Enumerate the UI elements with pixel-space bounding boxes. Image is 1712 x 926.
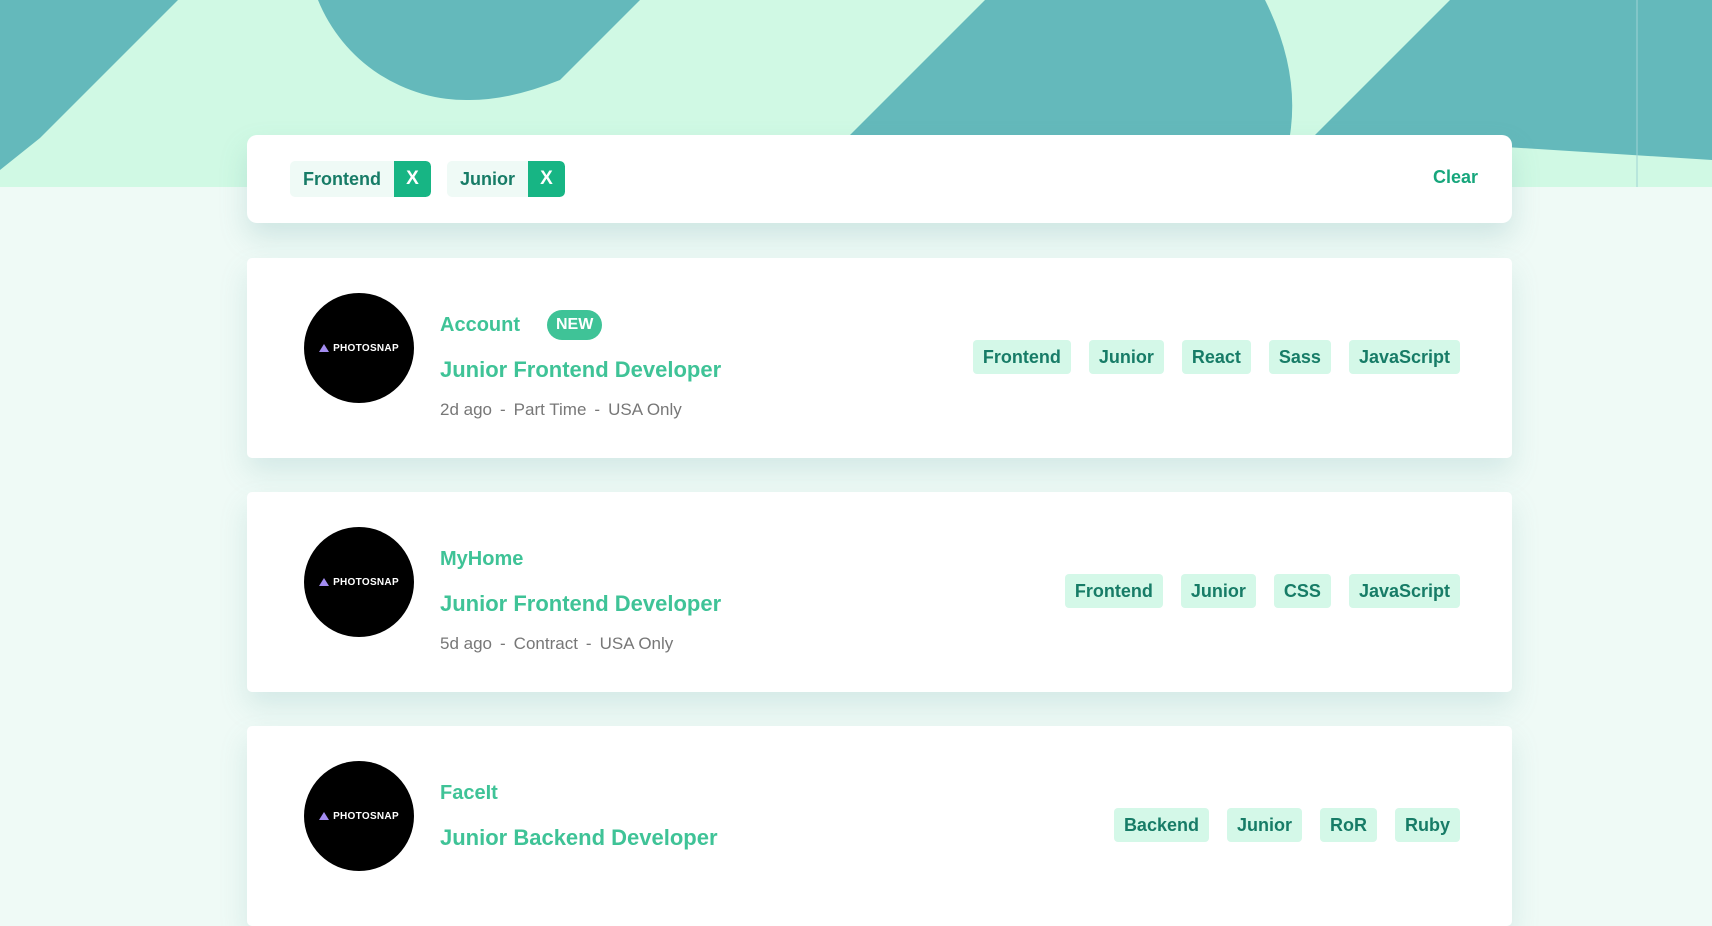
tag-javascript[interactable]: JavaScript xyxy=(1348,574,1460,608)
meta-separator: - xyxy=(500,400,506,419)
tag-react[interactable]: React xyxy=(1181,340,1251,374)
filter-chip-junior: Junior X xyxy=(447,161,566,197)
remove-filter-button[interactable]: X xyxy=(394,161,431,197)
contract-type: Part Time xyxy=(513,400,587,419)
company-logo: PHOTOSNAP xyxy=(304,527,414,637)
tag-junior[interactable]: Junior xyxy=(1088,340,1164,374)
job-card: PHOTOSNAP MyHome Junior Frontend Develop… xyxy=(247,492,1512,692)
logo-text: PHOTOSNAP xyxy=(333,576,399,588)
logo-text: PHOTOSNAP xyxy=(333,342,399,354)
posted-at: 5d ago xyxy=(440,634,492,653)
job-location: USA Only xyxy=(608,400,682,419)
logo-triangle-icon xyxy=(319,344,330,352)
job-meta: 2d ago - Part Time - USA Only xyxy=(440,400,682,420)
company-logo: PHOTOSNAP xyxy=(304,293,414,403)
tag-ruby[interactable]: Ruby xyxy=(1395,808,1460,842)
contract-type: Contract xyxy=(513,634,578,653)
job-tags: Backend Junior RoR Ruby xyxy=(1113,808,1460,842)
job-position-link[interactable]: Junior Backend Developer xyxy=(440,825,718,851)
filter-chip-label: Frontend xyxy=(303,168,381,189)
meta-separator: - xyxy=(594,400,601,419)
new-badge: NEW xyxy=(547,310,603,340)
tag-frontend[interactable]: Frontend xyxy=(1064,574,1163,608)
job-card: PHOTOSNAP Account NEW Junior Frontend De… xyxy=(247,258,1512,458)
job-card: PHOTOSNAP FaceIt Junior Backend Develope… xyxy=(247,726,1512,926)
job-location: USA Only xyxy=(599,634,674,653)
tag-frontend[interactable]: Frontend xyxy=(972,340,1071,374)
meta-separator: - xyxy=(585,634,592,653)
tag-junior[interactable]: Junior xyxy=(1180,574,1256,608)
filter-bar: Frontend X Junior X Clear xyxy=(247,135,1512,223)
tag-sass[interactable]: Sass xyxy=(1268,340,1331,374)
job-tags: Frontend Junior CSS JavaScript xyxy=(1064,574,1460,608)
company-logo: PHOTOSNAP xyxy=(304,761,414,871)
meta-separator: - xyxy=(500,634,506,653)
company-name: Account xyxy=(440,314,520,336)
tag-css[interactable]: CSS xyxy=(1273,574,1331,608)
company-name: MyHome xyxy=(440,548,524,570)
tag-backend[interactable]: Backend xyxy=(1113,808,1209,842)
logo-triangle-icon xyxy=(319,812,330,820)
job-tags: Frontend Junior React Sass JavaScript xyxy=(972,340,1460,374)
filter-chip-label: Junior xyxy=(460,168,516,189)
tag-junior[interactable]: Junior xyxy=(1226,808,1302,842)
job-meta: 5d ago - Contract - USA Only xyxy=(440,634,673,654)
logo-triangle-icon xyxy=(319,578,330,586)
job-position-link[interactable]: Junior Frontend Developer xyxy=(440,591,721,617)
logo-text: PHOTOSNAP xyxy=(333,810,399,822)
company-name: FaceIt xyxy=(440,782,498,804)
tag-javascript[interactable]: JavaScript xyxy=(1348,340,1460,374)
job-position-link[interactable]: Junior Frontend Developer xyxy=(440,357,721,383)
tag-ror[interactable]: RoR xyxy=(1320,808,1377,842)
clear-filters-button[interactable]: Clear xyxy=(1433,167,1478,188)
filter-chip-frontend: Frontend X xyxy=(290,161,431,197)
remove-filter-button[interactable]: X xyxy=(528,161,566,197)
posted-at: 2d ago xyxy=(440,400,492,419)
